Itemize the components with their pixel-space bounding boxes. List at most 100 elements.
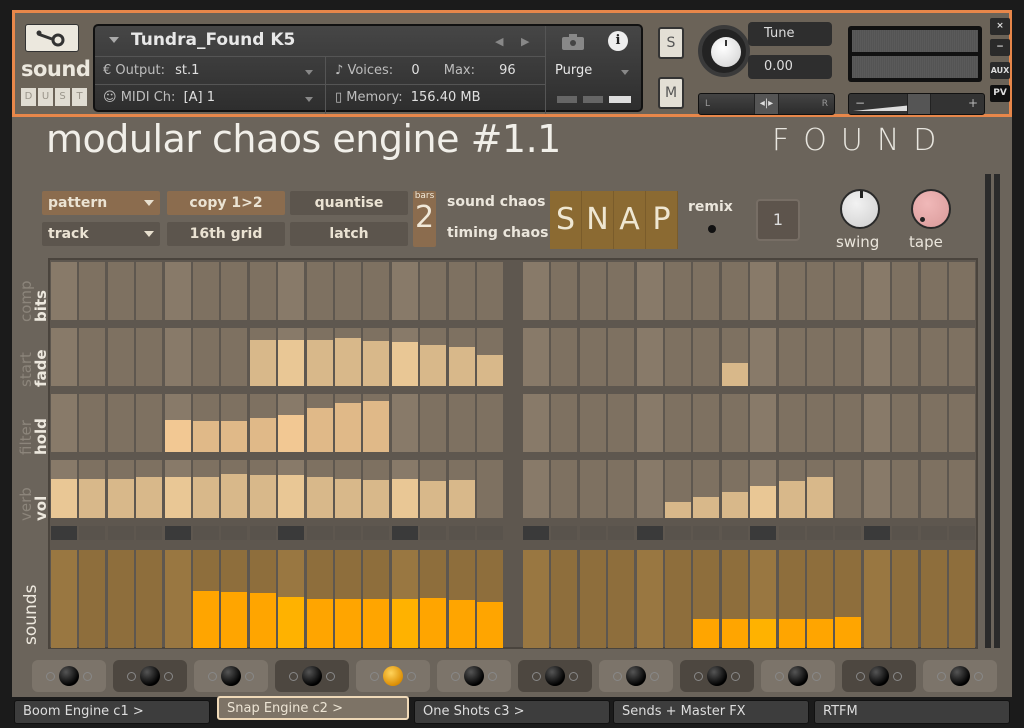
step-vol[interactable] bbox=[420, 460, 447, 518]
step-bits[interactable] bbox=[51, 262, 77, 320]
step-sounds[interactable] bbox=[835, 550, 862, 648]
patch-jack[interactable] bbox=[761, 660, 835, 692]
swing-knob[interactable] bbox=[840, 189, 880, 229]
tab-3[interactable]: Sends + Master FX bbox=[613, 700, 809, 724]
step-fade[interactable] bbox=[608, 328, 635, 386]
step-sounds[interactable] bbox=[306, 550, 333, 648]
step-hold[interactable] bbox=[193, 394, 219, 452]
step-bits[interactable] bbox=[721, 262, 748, 320]
snap-button[interactable]: S N A P bbox=[550, 191, 678, 249]
step-hold[interactable] bbox=[278, 394, 305, 452]
quantise-button[interactable]: quantise bbox=[290, 191, 408, 215]
step-sounds[interactable] bbox=[551, 550, 578, 648]
step-sounds[interactable] bbox=[579, 550, 606, 648]
timing-chaos-label[interactable]: timing chaos bbox=[447, 225, 548, 241]
step-hold[interactable] bbox=[835, 394, 862, 452]
minimize-button[interactable]: − bbox=[990, 39, 1010, 56]
step-sounds[interactable] bbox=[420, 550, 447, 648]
step-bits[interactable] bbox=[892, 262, 919, 320]
step-sounds[interactable] bbox=[221, 550, 248, 648]
step-fade[interactable] bbox=[920, 328, 947, 386]
step-bits[interactable] bbox=[665, 262, 691, 320]
jack-socket-icon[interactable] bbox=[950, 666, 970, 686]
step-fade[interactable] bbox=[249, 328, 276, 386]
step-bits[interactable] bbox=[693, 262, 720, 320]
tab-0[interactable]: Boom Engine c1 > bbox=[14, 700, 210, 724]
step-bits[interactable] bbox=[778, 262, 805, 320]
step-sounds[interactable] bbox=[807, 550, 833, 648]
jack-socket-icon[interactable] bbox=[140, 666, 160, 686]
patch-jack[interactable] bbox=[194, 660, 268, 692]
step-bits[interactable] bbox=[79, 262, 106, 320]
step-fade[interactable] bbox=[193, 328, 219, 386]
step-vol[interactable] bbox=[807, 460, 833, 518]
step-sounds[interactable] bbox=[249, 550, 276, 648]
patch-jack[interactable] bbox=[518, 660, 592, 692]
jack-socket-icon[interactable] bbox=[626, 666, 646, 686]
step-vol[interactable] bbox=[221, 460, 248, 518]
step-vol[interactable] bbox=[278, 460, 305, 518]
step-bits[interactable] bbox=[835, 262, 862, 320]
step-hold[interactable] bbox=[665, 394, 691, 452]
step-vol[interactable] bbox=[721, 460, 748, 518]
step-bits[interactable] bbox=[107, 262, 134, 320]
step-hold[interactable] bbox=[477, 394, 503, 452]
step-vol[interactable] bbox=[523, 460, 549, 518]
step-hold[interactable] bbox=[363, 394, 390, 452]
step-hold[interactable] bbox=[551, 394, 578, 452]
step-vol[interactable] bbox=[835, 460, 862, 518]
patch-jack[interactable] bbox=[437, 660, 511, 692]
patch-jack[interactable] bbox=[32, 660, 106, 692]
step-bits[interactable] bbox=[863, 262, 890, 320]
step-sounds[interactable] bbox=[448, 550, 475, 648]
copy-button[interactable]: copy 1>2 bbox=[167, 191, 285, 215]
step-vol[interactable] bbox=[608, 460, 635, 518]
step-vol[interactable] bbox=[249, 460, 276, 518]
step-sequencer[interactable] bbox=[48, 258, 978, 649]
step-vol[interactable] bbox=[551, 460, 578, 518]
step-fade[interactable] bbox=[778, 328, 805, 386]
step-sounds[interactable] bbox=[636, 550, 663, 648]
step-bits[interactable] bbox=[636, 262, 663, 320]
step-sounds[interactable] bbox=[693, 550, 720, 648]
step-bits[interactable] bbox=[523, 262, 549, 320]
step-hold[interactable] bbox=[107, 394, 134, 452]
step-hold[interactable] bbox=[579, 394, 606, 452]
step-vol[interactable] bbox=[363, 460, 390, 518]
step-sounds[interactable] bbox=[920, 550, 947, 648]
step-hold[interactable] bbox=[693, 394, 720, 452]
step-vol[interactable] bbox=[750, 460, 777, 518]
step-sounds[interactable] bbox=[136, 550, 163, 648]
volume-slider[interactable]: − + bbox=[848, 93, 985, 115]
max-voices-value[interactable]: 96 bbox=[499, 63, 516, 78]
step-bits[interactable] bbox=[221, 262, 248, 320]
step-hold[interactable] bbox=[863, 394, 890, 452]
step-bits[interactable] bbox=[750, 262, 777, 320]
step-bits[interactable] bbox=[136, 262, 163, 320]
step-fade[interactable] bbox=[164, 328, 191, 386]
step-sounds[interactable] bbox=[892, 550, 919, 648]
aux-button[interactable]: AUX bbox=[990, 62, 1010, 79]
jack-socket-icon[interactable] bbox=[59, 666, 79, 686]
step-vol[interactable] bbox=[778, 460, 805, 518]
tab-1[interactable]: Snap Engine c2 > bbox=[217, 696, 409, 720]
pan-handle[interactable]: ◂|▸ bbox=[754, 94, 779, 114]
step-vol[interactable] bbox=[579, 460, 606, 518]
step-hold[interactable] bbox=[391, 394, 418, 452]
step-vol[interactable] bbox=[391, 460, 418, 518]
step-bits[interactable] bbox=[949, 262, 975, 320]
jack-socket-icon[interactable] bbox=[302, 666, 322, 686]
jack-socket-icon[interactable] bbox=[788, 666, 808, 686]
step-hold[interactable] bbox=[892, 394, 919, 452]
step-hold[interactable] bbox=[306, 394, 333, 452]
step-vol[interactable] bbox=[136, 460, 163, 518]
step-hold[interactable] bbox=[750, 394, 777, 452]
step-fade[interactable] bbox=[949, 328, 975, 386]
step-sounds[interactable] bbox=[477, 550, 503, 648]
pattern-select[interactable]: pattern bbox=[42, 191, 160, 215]
purge-menu[interactable]: Purge bbox=[555, 63, 592, 78]
step-vol[interactable] bbox=[335, 460, 361, 518]
settings-button[interactable] bbox=[25, 24, 79, 52]
step-vol[interactable] bbox=[193, 460, 219, 518]
step-fade[interactable] bbox=[51, 328, 77, 386]
